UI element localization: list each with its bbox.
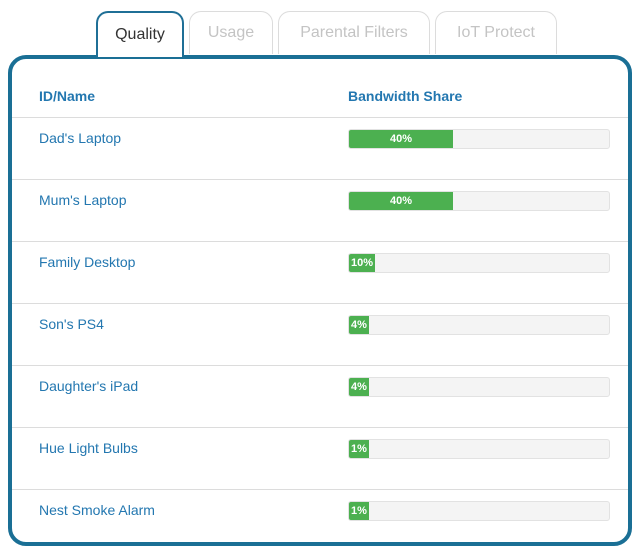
table-header: ID/Name Bandwidth Share xyxy=(12,59,628,118)
device-name-link[interactable]: Nest Smoke Alarm xyxy=(39,502,155,518)
tab-parental-filters[interactable]: Parental Filters xyxy=(278,11,430,54)
bandwidth-bar-fill: 40% xyxy=(349,130,453,148)
bandwidth-bar-track: 10% xyxy=(348,253,610,273)
tab-bar: Quality Usage Parental Filters IoT Prote… xyxy=(96,11,557,57)
device-name-link[interactable]: Hue Light Bulbs xyxy=(39,440,138,456)
bandwidth-bar-fill: 10% xyxy=(349,254,375,272)
bandwidth-bar-track: 4% xyxy=(348,315,610,335)
bandwidth-bar-track: 1% xyxy=(348,501,610,521)
bandwidth-bar-fill: 4% xyxy=(349,378,369,396)
bandwidth-bar-track: 1% xyxy=(348,439,610,459)
device-name-link[interactable]: Daughter's iPad xyxy=(39,378,138,394)
table-row: Mum's Laptop 40% xyxy=(12,180,628,242)
tab-iot-protect[interactable]: IoT Protect xyxy=(435,11,557,54)
bandwidth-bar-fill: 1% xyxy=(349,502,369,520)
device-name-link[interactable]: Mum's Laptop xyxy=(39,192,127,208)
table-row: Nest Smoke Alarm 1% xyxy=(12,490,628,542)
bandwidth-bar-fill: 40% xyxy=(349,192,453,210)
tab-usage[interactable]: Usage xyxy=(189,11,273,54)
tab-quality[interactable]: Quality xyxy=(96,11,184,57)
device-list: Dad's Laptop 40% Mum's Laptop 40% Family… xyxy=(12,118,628,542)
table-row: Family Desktop 10% xyxy=(12,242,628,304)
bandwidth-bar-fill: 4% xyxy=(349,316,369,334)
device-name-link[interactable]: Son's PS4 xyxy=(39,316,104,332)
device-name-link[interactable]: Dad's Laptop xyxy=(39,130,121,146)
bandwidth-bar-track: 40% xyxy=(348,191,610,211)
bandwidth-bar-track: 40% xyxy=(348,129,610,149)
column-header-bandwidth: Bandwidth Share xyxy=(348,88,463,104)
bandwidth-bar-track: 4% xyxy=(348,377,610,397)
table-row: Hue Light Bulbs 1% xyxy=(12,428,628,490)
table-row: Daughter's iPad 4% xyxy=(12,366,628,428)
table-row: Son's PS4 4% xyxy=(12,304,628,366)
table-row: Dad's Laptop 40% xyxy=(12,118,628,180)
device-name-link[interactable]: Family Desktop xyxy=(39,254,135,270)
quality-panel: ID/Name Bandwidth Share Dad's Laptop 40%… xyxy=(8,55,632,546)
bandwidth-bar-fill: 1% xyxy=(349,440,369,458)
column-header-name: ID/Name xyxy=(39,88,96,104)
